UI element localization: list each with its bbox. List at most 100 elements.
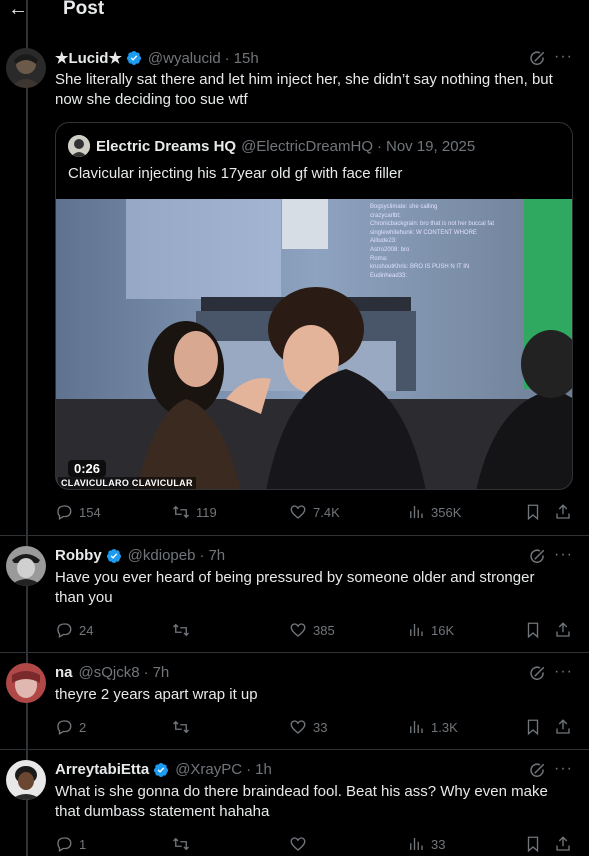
action-bar: 154 119 7.4K 356K: [0, 503, 589, 523]
heart-icon: [290, 623, 306, 637]
views-button[interactable]: 16K: [407, 621, 454, 639]
divider: [0, 535, 589, 536]
reply-button[interactable]: 1: [55, 835, 86, 853]
quoted-tweet[interactable]: Electric Dreams HQ @ElectricDreamHQ · No…: [55, 122, 573, 490]
arrow-left-icon[interactable]: ←: [8, 0, 28, 21]
share-button[interactable]: [554, 718, 578, 736]
more-options-icon[interactable]: ···: [554, 760, 573, 778]
share-icon: [556, 622, 570, 637]
avatar[interactable]: [6, 760, 46, 800]
video-watermark: CLAVICULARO CLAVICULAR: [58, 477, 196, 489]
tweet-text: What is she gonna do there braindead foo…: [55, 783, 548, 820]
display-name[interactable]: Robby: [55, 547, 102, 564]
bookmark-button[interactable]: [524, 503, 548, 521]
like-button[interactable]: 33: [289, 718, 327, 736]
repost-icon: [173, 720, 189, 734]
grok-icon[interactable]: [528, 548, 546, 566]
tweet-header: Robby @kdiopeb · 7h: [55, 547, 226, 564]
analytics-icon: [410, 624, 423, 636]
quote-handle: @ElectricDreamHQ: [241, 137, 373, 155]
analytics-icon: [410, 506, 423, 518]
share-button[interactable]: [554, 621, 578, 639]
bookmark-button[interactable]: [524, 835, 548, 853]
timestamp[interactable]: 7h: [208, 547, 225, 564]
verified-badge-icon: [154, 762, 169, 777]
handle[interactable]: @kdiopeb: [128, 547, 196, 564]
reply-button[interactable]: 2: [55, 718, 86, 736]
tweet-text: Have you ever heard of being pressured b…: [55, 569, 535, 606]
share-icon: [556, 504, 570, 519]
quote-avatar: [68, 135, 90, 157]
reply-icon: [57, 505, 72, 520]
handle[interactable]: @sQjck8: [79, 664, 140, 681]
more-options-icon[interactable]: ···: [554, 663, 573, 681]
tweet-header: ArreytabiEtta @XrayPC · 1h: [55, 761, 272, 778]
bookmark-button[interactable]: [524, 621, 548, 639]
reply-icon: [57, 720, 72, 735]
avatar[interactable]: [6, 48, 46, 88]
share-button[interactable]: [554, 503, 578, 521]
analytics-icon: [410, 721, 423, 733]
video-duration: 0:26: [68, 460, 107, 477]
bookmark-icon: [527, 622, 539, 639]
quote-timestamp: Nov 19, 2025: [386, 137, 476, 155]
tweet-header: na @sQjck8 · 7h: [55, 664, 170, 681]
quote-header: Electric Dreams HQ @ElectricDreamHQ · No…: [68, 135, 475, 157]
like-button[interactable]: 385: [289, 621, 335, 639]
repost-icon: [173, 623, 189, 637]
grok-icon[interactable]: [528, 50, 546, 68]
repost-icon: [173, 505, 189, 519]
views-button[interactable]: 356K: [407, 503, 461, 521]
quote-text: Clavicular injecting his 17year old gf w…: [68, 165, 403, 182]
action-bar: 2 33 1.3K: [0, 718, 589, 738]
views-button[interactable]: 1.3K: [407, 718, 458, 736]
more-options-icon[interactable]: ···: [554, 48, 573, 66]
reply-icon: [57, 837, 72, 852]
repost-icon: [173, 837, 189, 851]
display-name[interactable]: na: [55, 664, 73, 681]
analytics-icon: [410, 838, 423, 850]
share-icon: [556, 836, 570, 851]
verified-badge-icon: [126, 51, 141, 65]
repost-button[interactable]: [172, 835, 196, 853]
tweet-text: theyre 2 years apart wrap it up: [55, 686, 258, 703]
more-options-icon[interactable]: ···: [554, 546, 573, 564]
reply-button[interactable]: 154: [55, 503, 101, 521]
avatar[interactable]: [6, 663, 46, 703]
avatar[interactable]: [6, 546, 46, 586]
page-title: Post: [63, 0, 105, 19]
reply-button[interactable]: 24: [55, 621, 93, 639]
tweet-text: She literally sat there and let him inje…: [55, 71, 553, 108]
quote-display-name: Electric Dreams HQ: [96, 137, 237, 155]
heart-icon: [290, 837, 306, 851]
handle[interactable]: @wyalucid: [148, 50, 221, 67]
grok-icon[interactable]: [528, 762, 546, 780]
repost-button[interactable]: [172, 718, 196, 736]
top-bar: ← Post: [0, 0, 589, 26]
share-button[interactable]: [554, 835, 578, 853]
like-button[interactable]: [289, 835, 313, 853]
views-button[interactable]: 33: [407, 835, 445, 853]
handle[interactable]: @XrayPC: [175, 761, 242, 778]
display-name[interactable]: ArreytabiEtta: [55, 761, 149, 778]
timestamp[interactable]: 15h: [234, 50, 259, 67]
bookmark-icon: [527, 836, 539, 853]
timestamp[interactable]: 1h: [255, 761, 272, 778]
stream-chat: Bogsyclimate: she calling crazycarlbt: C…: [370, 204, 495, 279]
share-icon: [556, 719, 570, 734]
reply-icon: [57, 623, 72, 638]
display-name[interactable]: ★Lucid★: [55, 49, 122, 67]
bookmark-icon: [527, 719, 539, 736]
repost-button[interactable]: 119: [172, 503, 217, 521]
divider: [0, 652, 589, 653]
verified-badge-icon: [106, 548, 121, 563]
tweet-header: ★Lucid★ @wyalucid · 15h: [55, 49, 259, 68]
grok-icon[interactable]: [528, 665, 546, 683]
bookmark-icon: [527, 504, 539, 521]
video-player[interactable]: Bogsyclimate: she calling crazycarlbt: C…: [56, 199, 572, 489]
action-bar: 24 385 16K: [0, 621, 589, 641]
like-button[interactable]: 7.4K: [289, 503, 340, 521]
bookmark-button[interactable]: [524, 718, 548, 736]
repost-button[interactable]: [172, 621, 196, 639]
timestamp[interactable]: 7h: [153, 664, 170, 681]
